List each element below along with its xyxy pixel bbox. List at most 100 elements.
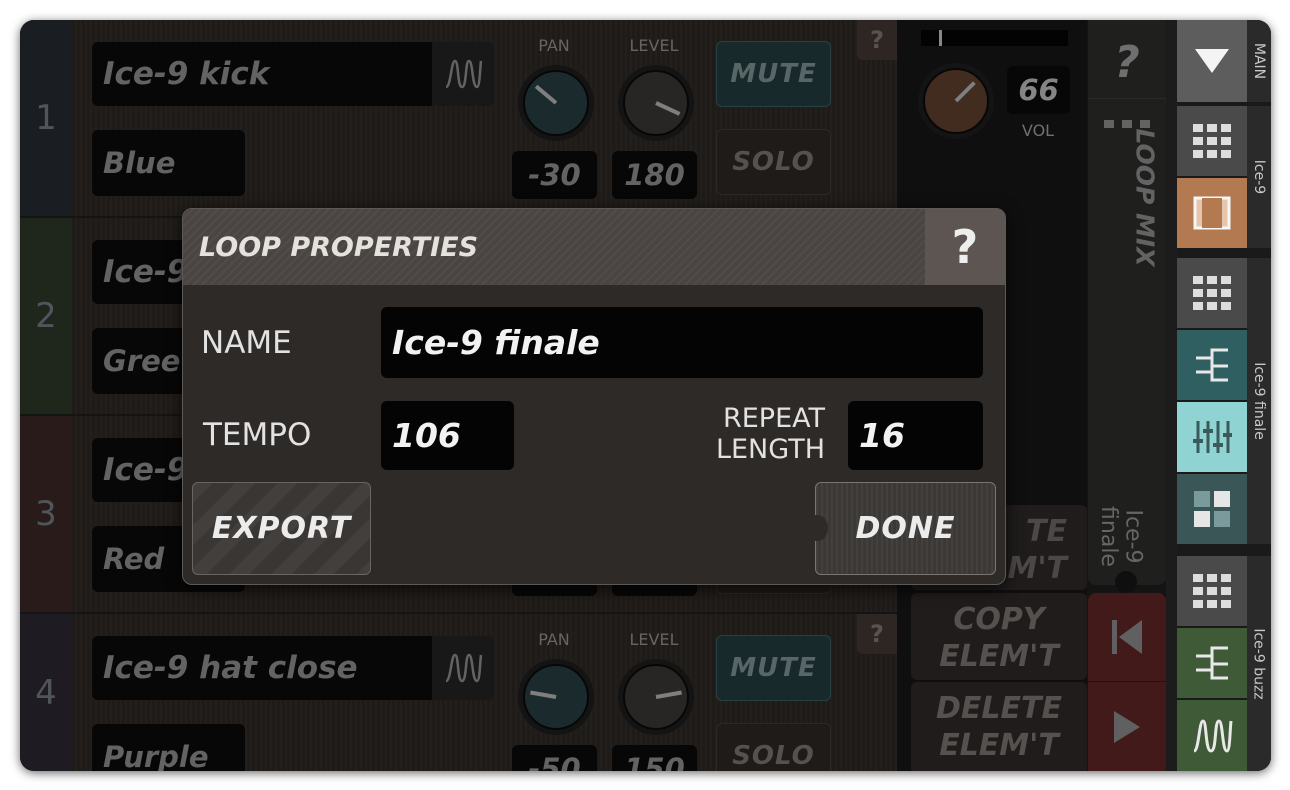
delete-label-line-1: DELETE <box>936 691 1062 726</box>
sidebar-item-grid[interactable] <box>1177 106 1247 176</box>
track-4: 4 Ice-9 hat close Purple PAN LEVEL -50 1… <box>20 614 897 771</box>
sidebar-item-loop[interactable] <box>1177 178 1247 248</box>
drag-handle-icon[interactable] <box>1104 120 1150 128</box>
pan-label: PAN <box>538 630 570 649</box>
track-color-field[interactable]: Purple <box>92 724 245 771</box>
solo-button[interactable]: SOLO <box>716 129 831 195</box>
meter-peak <box>939 30 942 46</box>
loop-mix-label-box: LOOP MIX <box>1102 128 1162 266</box>
tab-ice-9[interactable]: Ice-9 <box>1247 106 1271 248</box>
volume-knob[interactable] <box>923 68 989 134</box>
track-1: 1 Ice-9 kick Blue PAN LEVEL -30 180 MUTE… <box>20 20 897 216</box>
repeat-label-line-2: LENGTH <box>715 434 825 465</box>
track-number: 4 <box>20 614 72 771</box>
rewind-button[interactable] <box>1088 593 1166 681</box>
done-button-notch <box>806 515 828 541</box>
divider <box>1088 98 1166 99</box>
grid-icon <box>1193 574 1231 608</box>
level-value: 150 <box>612 745 697 771</box>
repeat-length-input[interactable]: 16 <box>848 401 983 470</box>
tempo-label: TEMPO <box>203 417 312 453</box>
sidebar-item-pads[interactable] <box>1177 474 1247 544</box>
dialog-title: LOOP PROPERTIES <box>183 209 925 285</box>
sample-name: Ice-9 hat close <box>103 650 358 686</box>
play-button[interactable] <box>1088 682 1166 771</box>
rewind-icon <box>1112 620 1142 654</box>
dropdown-icon <box>1195 49 1229 73</box>
play-icon <box>1114 710 1140 743</box>
sample-name-field[interactable]: Ice-9 kick <box>92 42 494 106</box>
delete-element-button[interactable]: DELETE ELEM'T <box>911 682 1087 771</box>
volume-label: VOL <box>1021 121 1055 140</box>
repeat-length-label: REPEAT LENGTH <box>703 403 825 465</box>
loop-name-line-1: Ice-9 <box>1120 509 1146 564</box>
waveform-icon[interactable] <box>432 42 494 106</box>
grid-icon <box>1193 124 1231 158</box>
level-knob[interactable] <box>623 70 689 136</box>
mix-help-button[interactable]: ? <box>1088 32 1166 92</box>
name-input[interactable]: Ice-9 finale <box>381 307 983 378</box>
copy-label-line-1: COPY <box>953 602 1045 637</box>
export-button[interactable]: EXPORT <box>192 482 371 575</box>
sidebar-item-grid[interactable] <box>1177 258 1247 328</box>
copy-label-line-2: ELEM'T <box>939 639 1059 674</box>
level-label: LEVEL <box>629 630 679 649</box>
waveform-icon[interactable] <box>432 636 494 700</box>
knob-pointer <box>530 690 557 699</box>
app-window: 1 Ice-9 kick Blue PAN LEVEL -30 180 MUTE… <box>20 20 1271 771</box>
tab-ice-9-finale[interactable]: Ice-9 finale <box>1247 258 1271 544</box>
tab-main-label: MAIN <box>1251 42 1268 80</box>
level-value: 180 <box>612 151 697 199</box>
loop-properties-dialog: LOOP PROPERTIES ? NAME Ice-9 finale TEMP… <box>182 208 1006 585</box>
waveform-icon <box>1192 718 1233 753</box>
knob-pointer <box>954 81 976 103</box>
connector-icon <box>1196 348 1228 382</box>
sample-name: Ice-9 kick <box>103 56 270 92</box>
sidebar-item-waveform[interactable] <box>1177 700 1247 771</box>
knob-pointer <box>655 690 682 699</box>
sidebar-item-mixer[interactable] <box>1177 402 1247 472</box>
tab-ice-9-label: Ice-9 <box>1251 159 1267 195</box>
pan-knob[interactable] <box>523 664 589 730</box>
sidebar-dropdown[interactable] <box>1177 20 1247 102</box>
pan-label: PAN <box>538 36 570 55</box>
knob-pointer <box>534 84 558 105</box>
volume-value: 66 <box>1007 66 1070 114</box>
level-label: LEVEL <box>629 36 679 55</box>
sidebar-item-connector[interactable] <box>1177 330 1247 400</box>
tempo-input[interactable]: 106 <box>381 401 514 470</box>
loop-icon <box>1193 196 1231 230</box>
copy-element-button[interactable]: COPY ELEM'T <box>911 593 1087 680</box>
pan-value: -50 <box>512 745 597 771</box>
sample-name-field[interactable]: Ice-9 hat close <box>92 636 494 700</box>
delete-label-line-2: ELEM'T <box>939 728 1059 763</box>
sidebar-gap <box>1166 20 1177 771</box>
level-knob[interactable] <box>623 664 689 730</box>
track-help-button[interactable]: ? <box>857 614 897 654</box>
loop-name-label-box: Ice-9 finale <box>1095 498 1164 578</box>
solo-button[interactable]: SOLO <box>716 723 831 771</box>
track-help-button[interactable]: ? <box>857 20 897 60</box>
pan-knob[interactable] <box>523 70 589 136</box>
mute-button[interactable]: MUTE <box>716 41 831 107</box>
pads-icon <box>1194 491 1230 527</box>
dialog-help-button[interactable]: ? <box>925 209 1005 285</box>
tab-main[interactable]: MAIN <box>1247 20 1271 102</box>
tab-ice-9-buzz-label: Ice-9 buzz <box>1251 627 1267 700</box>
track-color-field[interactable]: Blue <box>92 130 245 196</box>
loop-mix-notch <box>1115 571 1137 593</box>
knob-pointer <box>655 101 681 116</box>
repeat-label-line-1: REPEAT <box>722 403 825 434</box>
sidebar-item-grid[interactable] <box>1177 556 1247 626</box>
loop-mix-label: LOOP MIX <box>1130 128 1160 267</box>
sidebar-item-connector[interactable] <box>1177 628 1247 698</box>
track-number: 2 <box>20 218 72 414</box>
mute-button[interactable]: MUTE <box>716 635 831 701</box>
tab-ice-9-finale-label: Ice-9 finale <box>1251 362 1267 440</box>
loop-name-line-2: finale <box>1095 506 1121 567</box>
grid-icon <box>1193 276 1231 310</box>
track-number: 3 <box>20 416 72 612</box>
tab-ice-9-buzz[interactable]: Ice-9 buzz <box>1247 556 1271 771</box>
done-button[interactable]: DONE <box>815 482 996 575</box>
name-label: NAME <box>201 325 292 361</box>
